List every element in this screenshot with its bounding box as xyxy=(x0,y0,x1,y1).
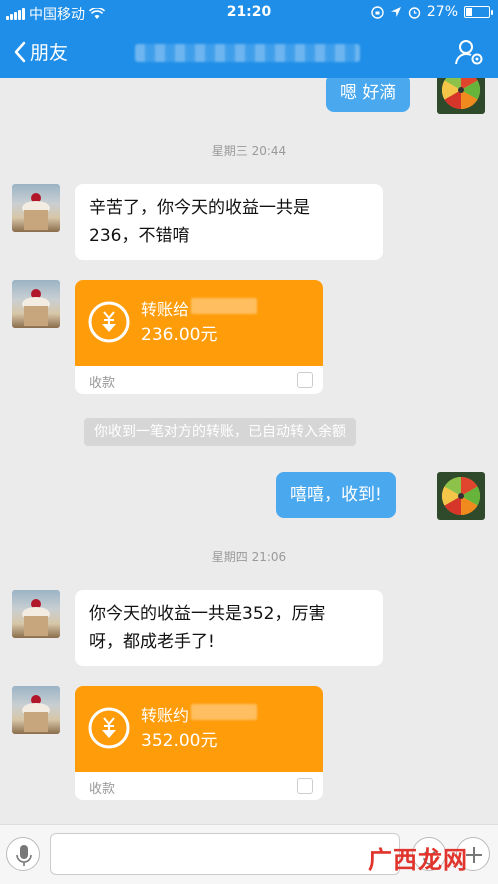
message-text-line: 236，不错唷 xyxy=(89,226,190,246)
blurred-contact-name xyxy=(135,44,360,62)
back-chevron-icon xyxy=(14,41,26,62)
self-avatar[interactable] xyxy=(437,78,485,114)
message-input[interactable] xyxy=(50,833,400,875)
watermark: 广西龙网 xyxy=(368,846,468,874)
message-text-line: 你今天的收益一共是352，厉害 xyxy=(89,604,326,624)
transfer-title: 转账约 xyxy=(141,706,190,725)
cupcake-icon xyxy=(22,695,50,732)
battery-percent: 27% xyxy=(426,4,458,20)
contact-avatar[interactable] xyxy=(12,590,60,638)
contact-avatar[interactable] xyxy=(12,686,60,734)
blurred-recipient xyxy=(191,298,257,314)
back-label: 朋友 xyxy=(30,42,69,64)
color-wheel-icon xyxy=(441,78,481,110)
contact-avatar[interactable] xyxy=(12,280,60,328)
alipay-icon xyxy=(297,778,313,794)
blurred-recipient xyxy=(191,704,257,720)
contact-avatar[interactable] xyxy=(12,184,60,232)
timestamp: 星期三 20:44 xyxy=(211,144,287,158)
message-text-line: 呀，都成老手了! xyxy=(89,632,215,652)
transfer-card[interactable]: 转账约 352.00元 收款 xyxy=(75,686,323,800)
collect-label: 收款 xyxy=(89,782,116,797)
location-icon xyxy=(390,7,401,17)
message-bubble-outgoing[interactable]: 嘻嘻，收到! xyxy=(276,472,396,518)
cupcake-icon xyxy=(22,599,50,636)
message-text: 嗯 好滴 xyxy=(340,83,397,103)
self-avatar[interactable] xyxy=(437,472,485,520)
transfer-card[interactable]: 转账给 236.00元 收款 xyxy=(75,280,323,394)
lock-rotation-icon xyxy=(371,5,384,19)
transfer-amount: 352.00元 xyxy=(141,731,218,751)
timestamp: 星期四 21:06 xyxy=(211,550,287,564)
color-wheel-icon xyxy=(441,476,481,516)
microphone-icon xyxy=(16,845,32,866)
profile-settings-icon[interactable] xyxy=(454,38,484,66)
currency-down-icon xyxy=(88,707,130,749)
chat-area[interactable]: 嗯 好滴 星期三 20:44 辛苦了，你今天的收益一共是 236，不错唷 转账给… xyxy=(0,78,498,824)
cupcake-icon xyxy=(22,193,50,230)
battery-icon xyxy=(464,6,493,18)
transfer-amount: 236.00元 xyxy=(141,325,218,345)
message-bubble-incoming[interactable]: 辛苦了，你今天的收益一共是 236，不错唷 xyxy=(75,184,383,260)
transfer-title: 转账给 xyxy=(141,300,190,319)
system-notice: 你收到一笔对方的转账，已自动转入余额 xyxy=(84,418,356,446)
message-text-line: 辛苦了，你今天的收益一共是 xyxy=(89,198,310,218)
message-bubble-incoming[interactable]: 你今天的收益一共是352，厉害 呀，都成老手了! xyxy=(75,590,383,666)
voice-button[interactable] xyxy=(6,837,40,871)
currency-down-icon xyxy=(88,301,130,343)
back-button[interactable]: 朋友 xyxy=(14,38,68,65)
status-bar: 中国移动 21:20 27% xyxy=(0,0,498,26)
alarm-icon xyxy=(408,6,421,19)
collect-label: 收款 xyxy=(89,376,116,391)
nav-bar: 朋友 xyxy=(0,26,498,78)
cupcake-icon xyxy=(22,289,50,326)
alipay-icon xyxy=(297,372,313,388)
message-text: 嘻嘻，收到! xyxy=(290,485,382,505)
message-bubble-outgoing[interactable]: 嗯 好滴 xyxy=(326,78,411,112)
